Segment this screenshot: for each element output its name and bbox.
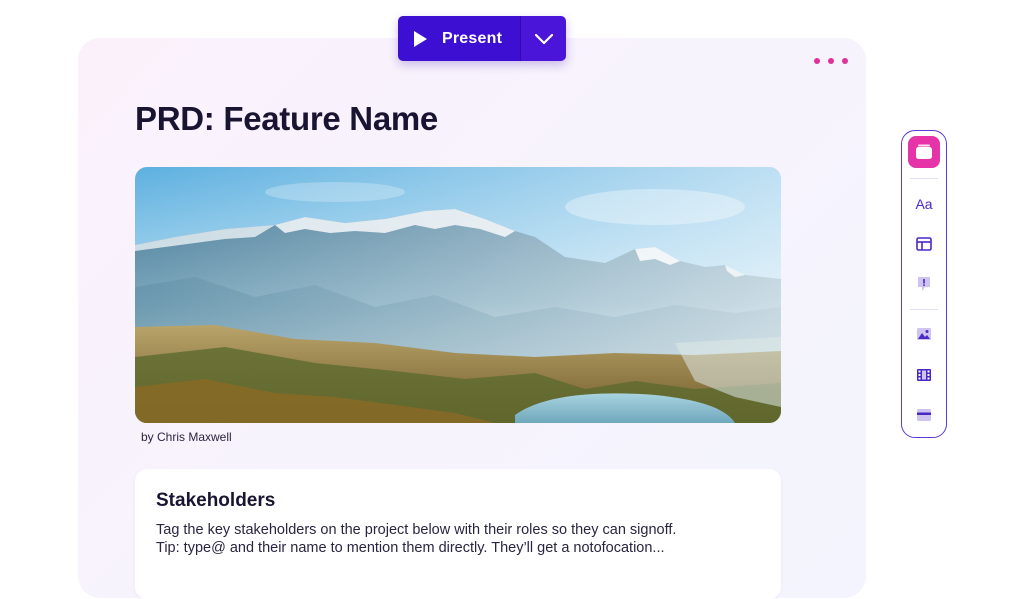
toolbar-embed-button[interactable] [908,399,940,431]
stakeholders-text-line-1: Tag the key stakeholders on the project … [156,522,677,538]
present-button[interactable]: Present [398,16,520,61]
page-title[interactable]: PRD: Feature Name [135,100,438,138]
stakeholders-text-line-2: Tip: type@ and their name to mention the… [156,540,665,556]
toolbar-callout-button[interactable] [908,268,940,300]
layout-icon [916,237,932,251]
insert-block-toolbar: Aa [901,130,947,438]
more-options-icon[interactable] [814,56,848,66]
stakeholders-section[interactable]: Stakeholders Tag the key stakeholders on… [135,469,781,599]
toolbar-video-button[interactable] [908,359,940,391]
hero-image[interactable] [135,167,781,423]
stakeholders-heading[interactable]: Stakeholders [156,490,275,512]
toolbar-image-button[interactable] [908,318,940,350]
toolbar-layout-button[interactable] [908,228,940,260]
present-options-dropdown[interactable] [520,16,566,61]
image-icon [917,328,931,340]
callout-icon [918,277,930,291]
toolbar-card-button[interactable] [908,136,940,168]
embed-icon [917,409,931,421]
text-icon: Aa [915,196,933,212]
toolbar-text-button[interactable]: Aa [908,188,940,220]
card-icon [916,144,932,159]
mountain-landscape-image [135,167,781,423]
video-icon [917,369,931,381]
stakeholders-description[interactable]: Tag the key stakeholders on the project … [156,521,756,557]
present-label: Present [442,29,503,47]
play-icon [414,30,427,47]
toolbar-divider [910,309,938,310]
chevron-down-icon [534,33,553,44]
image-caption[interactable]: by Chris Maxwell [141,430,232,444]
present-button-group: Present [398,16,566,61]
toolbar-divider [910,178,938,179]
